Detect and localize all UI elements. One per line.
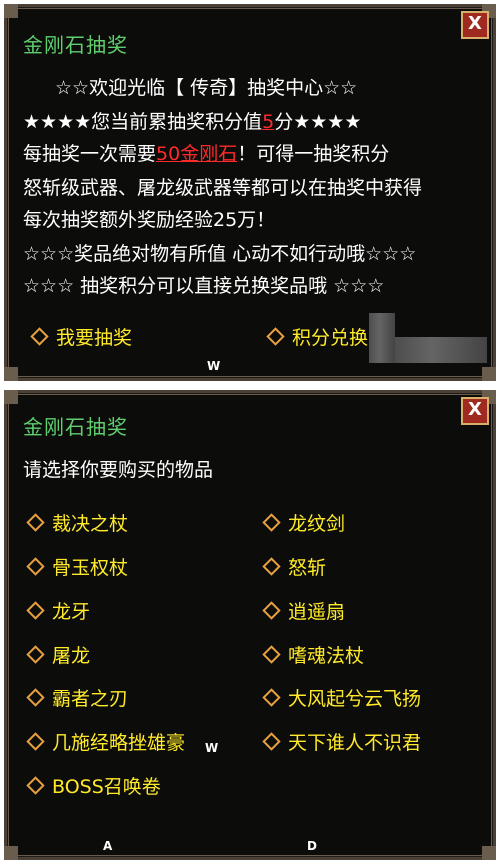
diamond-bullet-icon (262, 601, 281, 620)
footer-label-d: D (307, 839, 317, 853)
points-suffix: 分★★★★ (274, 111, 362, 133)
diamond-bullet-icon (26, 645, 45, 664)
item-option-right[interactable]: 龙纹剑 (262, 509, 346, 536)
diamond-bullet-icon (262, 557, 281, 576)
item-label: 骨玉权杖 (52, 557, 129, 579)
item-option-right[interactable]: 嗜魂法杖 (262, 641, 365, 668)
item-label: 龙牙 (52, 601, 91, 623)
item-label: 几施经略挫雄豪 (52, 732, 186, 754)
item-option-left[interactable]: 屠龙 (26, 641, 91, 668)
points-text: ★★★★您当前累抽奖积分值 (23, 111, 263, 133)
cost-line: 每抽奖一次需要50金刚石！可得一抽奖积分 (23, 139, 389, 166)
frame-corner (482, 367, 496, 381)
diamond-bullet-icon (266, 327, 285, 346)
draw-option-label: 我要抽奖 (56, 327, 133, 349)
footer-label-a: A (103, 839, 113, 853)
blur-mosaic (395, 337, 487, 363)
item-option-left[interactable]: BOSS召唤卷 (26, 772, 161, 799)
panel-title: 金刚石抽奖 (23, 415, 128, 439)
item-option-left[interactable]: 几施经略挫雄豪 (26, 728, 186, 755)
diamond-bullet-icon (262, 513, 281, 532)
watermark-w: W (207, 359, 221, 373)
diamond-bullet-icon (26, 557, 45, 576)
purchase-panel: 金刚石抽奖 X 请选择你要购买的物品 裁决之杖 骨玉权杖 龙牙 屠龙 霸者之刃 … (4, 390, 496, 860)
exchange-option-label: 积分兑换 (292, 327, 369, 349)
close-button[interactable]: X (461, 397, 489, 425)
diamond-bullet-icon (26, 776, 45, 795)
cost-value: 50金刚石 (156, 143, 238, 165)
diamond-bullet-icon (262, 732, 281, 751)
cost-suffix: ！可得一抽奖积分 (237, 143, 390, 165)
frame-corner (4, 390, 18, 404)
frame-corner (482, 846, 496, 860)
draw-option[interactable]: 我要抽奖 (30, 323, 133, 350)
item-option-right[interactable]: 怒斩 (262, 553, 327, 580)
item-option-left[interactable]: 裁决之杖 (26, 509, 129, 536)
diamond-bullet-icon (26, 688, 45, 707)
frame-corner (4, 367, 18, 381)
diamond-bullet-icon (262, 645, 281, 664)
item-option-right[interactable]: 天下谁人不识君 (262, 728, 422, 755)
rewards-line: 怒斩级武器、屠龙级武器等都可以在抽奖中获得 (23, 177, 423, 199)
points-value: 5 (262, 111, 275, 133)
exchange-option[interactable]: 积分兑换 (266, 323, 369, 350)
exp-line: 每次抽奖额外奖励经验25万！ (23, 209, 276, 231)
points-line: ★★★★您当前累抽奖积分值5分★★★★ (23, 107, 361, 134)
welcome-line: ☆☆欢迎光临【 传奇】抽奖中心☆☆ (55, 77, 358, 99)
close-button[interactable]: X (461, 11, 489, 39)
item-label: 天下谁人不识君 (288, 732, 422, 754)
lottery-info-panel: 金刚石抽奖 X ☆☆欢迎光临【 传奇】抽奖中心☆☆ ★★★★您当前累抽奖积分值5… (4, 4, 496, 381)
item-option-right[interactable]: 大风起兮云飞扬 (262, 684, 422, 711)
diamond-bullet-icon (26, 601, 45, 620)
select-prompt: 请选择你要购买的物品 (23, 459, 214, 481)
cost-text: 每抽奖一次需要 (23, 143, 157, 165)
diamond-bullet-icon (26, 513, 45, 532)
item-option-left[interactable]: 骨玉权杖 (26, 553, 129, 580)
item-option-right[interactable]: 逍遥扇 (262, 597, 346, 624)
watermark-w: W (205, 741, 219, 755)
diamond-bullet-icon (30, 327, 49, 346)
item-label: 怒斩 (288, 557, 327, 579)
panel-title: 金刚石抽奖 (23, 33, 128, 57)
blur-mosaic (369, 313, 395, 363)
item-label: 逍遥扇 (288, 601, 346, 623)
frame-corner (4, 4, 18, 18)
value-line: ☆☆☆奖品绝对物有所值 心动不如行动哦☆☆☆ (23, 243, 417, 265)
item-label: BOSS召唤卷 (52, 776, 161, 798)
exchange-line: ☆☆☆ 抽奖积分可以直接兑换奖品哦 ☆☆☆ (23, 275, 385, 297)
frame-corner (4, 846, 18, 860)
item-label: 霸者之刃 (52, 688, 129, 710)
diamond-bullet-icon (262, 688, 281, 707)
item-label: 龙纹剑 (288, 513, 346, 535)
item-label: 嗜魂法杖 (288, 645, 365, 667)
item-label: 屠龙 (52, 645, 91, 667)
item-option-left[interactable]: 霸者之刃 (26, 684, 129, 711)
item-label: 大风起兮云飞扬 (288, 688, 422, 710)
diamond-bullet-icon (26, 732, 45, 751)
close-icon: X (468, 13, 482, 34)
item-option-left[interactable]: 龙牙 (26, 597, 91, 624)
item-label: 裁决之杖 (52, 513, 129, 535)
close-icon: X (468, 399, 482, 420)
